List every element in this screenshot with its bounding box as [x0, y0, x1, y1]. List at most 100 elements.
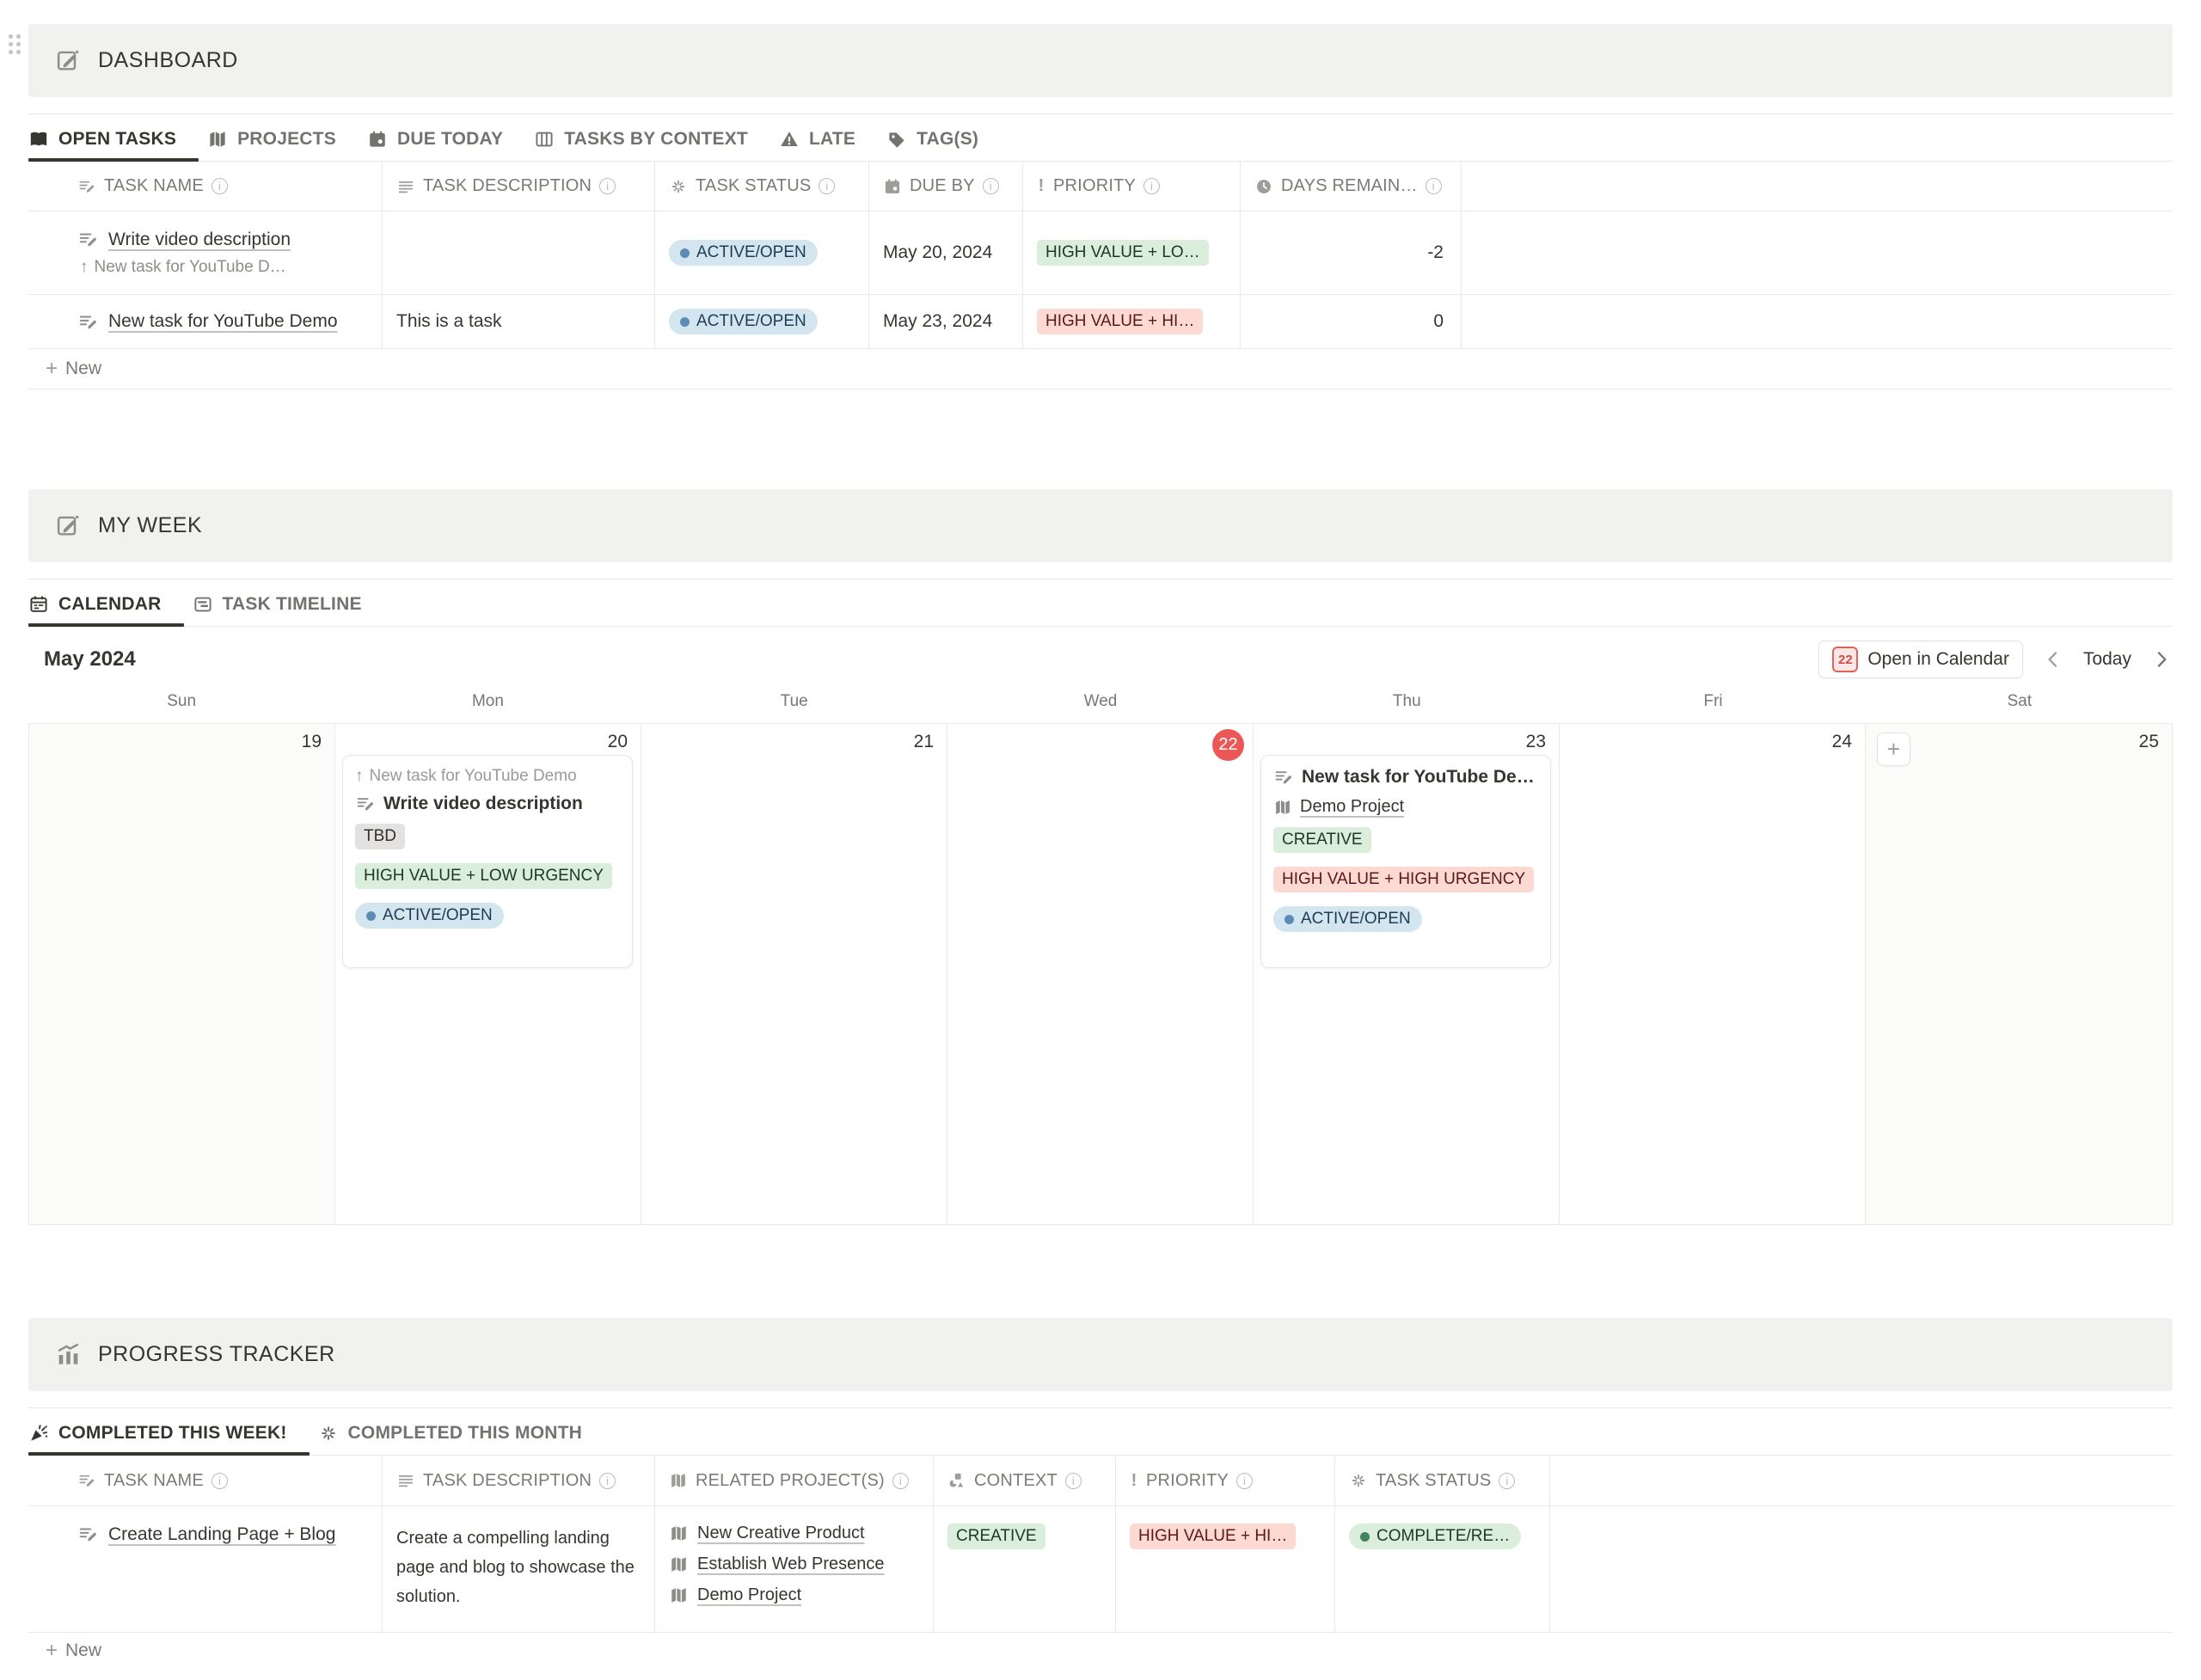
- warning-icon: [779, 129, 800, 150]
- bar-chart-icon: [55, 1341, 82, 1368]
- info-icon: [212, 1473, 228, 1489]
- project-link[interactable]: Establish Web Presence: [669, 1554, 885, 1574]
- col-header-task-description[interactable]: TASK DESCRIPTION: [383, 162, 655, 211]
- priority-tag: HIGH VALUE + HI…: [1037, 309, 1203, 334]
- calendar-cell-mon[interactable]: 20 New task for YouTube Demo Write video…: [335, 724, 641, 1224]
- title-icon: [1273, 767, 1294, 788]
- clock-icon: [1254, 177, 1273, 196]
- edit-icon: [55, 512, 82, 539]
- tab-projects[interactable]: PROJECTS: [207, 129, 336, 161]
- cell-empty: [1462, 295, 2173, 348]
- col-header-priority[interactable]: ! PRIORITY: [1023, 162, 1241, 211]
- col-header-due-by[interactable]: DUE BY: [869, 162, 1023, 211]
- calendar-grid: 19 20 New task for YouTube Demo Write vi…: [28, 723, 2173, 1225]
- new-task-button[interactable]: + New: [28, 1633, 2173, 1669]
- info-icon: [212, 178, 228, 194]
- add-event-button[interactable]: +: [1877, 733, 1910, 766]
- plus-icon: +: [46, 1640, 58, 1661]
- tab-due-today[interactable]: DUE TODAY: [367, 129, 503, 161]
- col-header-priority[interactable]: ! PRIORITY: [1116, 1456, 1335, 1505]
- calendar-cell-thu[interactable]: 23 New task for YouTube De… Demo Project…: [1254, 724, 1560, 1224]
- priority-icon: !: [1037, 176, 1045, 196]
- tab-tasks-by-context[interactable]: TASKS BY CONTEXT: [534, 129, 748, 161]
- today-button[interactable]: Today: [2083, 649, 2131, 670]
- cell-task-description[interactable]: This is a task: [383, 295, 655, 348]
- cell-task-status[interactable]: COMPLETE/RE…: [1335, 1506, 1550, 1632]
- new-task-button[interactable]: + New: [28, 349, 2173, 389]
- col-header-context[interactable]: CONTEXT: [934, 1456, 1116, 1505]
- col-header-task-description[interactable]: TASK DESCRIPTION: [383, 1456, 655, 1505]
- calendar-cell-sun[interactable]: 19: [29, 724, 335, 1224]
- info-icon: [1499, 1473, 1515, 1489]
- calendar-event-card[interactable]: New task for YouTube De… Demo Project CR…: [1260, 755, 1551, 968]
- open-book-icon: [28, 129, 49, 150]
- cell-related-projects[interactable]: New Creative Product Establish Web Prese…: [655, 1506, 934, 1632]
- calendar-icon: [883, 177, 902, 196]
- cell-due-by[interactable]: May 23, 2024: [869, 295, 1023, 348]
- cell-task-status[interactable]: ACTIVE/OPEN: [655, 212, 869, 294]
- calendar-cell-fri[interactable]: 24: [1560, 724, 1866, 1224]
- cell-task-status[interactable]: ACTIVE/OPEN: [655, 295, 869, 348]
- project-link[interactable]: Demo Project: [669, 1585, 801, 1605]
- cell-priority[interactable]: HIGH VALUE + HI…: [1023, 295, 1241, 348]
- cell-task-name[interactable]: New task for YouTube Demo: [28, 295, 383, 348]
- task-link[interactable]: Create Landing Page + Blog: [108, 1524, 335, 1545]
- calendar-event-card[interactable]: New task for YouTube Demo Write video de…: [342, 755, 633, 968]
- task-link[interactable]: New task for YouTube Demo: [108, 311, 338, 332]
- col-header-days-remaining[interactable]: DAYS REMAIN…: [1241, 162, 1462, 211]
- col-header-task-name[interactable]: TASK NAME: [28, 1456, 383, 1505]
- tab-task-timeline[interactable]: TASK TIMELINE: [193, 594, 362, 626]
- cell-days-remaining[interactable]: -2: [1241, 212, 1462, 294]
- date-number: 19: [302, 732, 322, 752]
- tab-completed-this-month[interactable]: COMPLETED THIS MONTH: [318, 1423, 583, 1455]
- col-header-task-status[interactable]: TASK STATUS: [655, 162, 869, 211]
- open-in-calendar-button[interactable]: 22 Open in Calendar: [1818, 641, 2023, 678]
- cell-context[interactable]: CREATIVE: [934, 1506, 1116, 1632]
- cell-priority[interactable]: HIGH VALUE + HI…: [1116, 1506, 1335, 1632]
- project-link[interactable]: New Creative Product: [669, 1524, 865, 1543]
- cell-task-name[interactable]: Create Landing Page + Blog: [28, 1506, 383, 1632]
- divider: [28, 1407, 2173, 1408]
- cell-empty: [1550, 1506, 2173, 1632]
- chevron-right-icon[interactable]: [2150, 648, 2173, 671]
- calendar-cell-sat[interactable]: + 25: [1866, 724, 2172, 1224]
- info-icon: [1236, 1473, 1253, 1489]
- title-icon: [77, 177, 96, 196]
- tab-tags[interactable]: TAG(S): [886, 129, 978, 161]
- priority-icon: !: [1130, 1471, 1138, 1491]
- task-link[interactable]: Write video description: [108, 230, 291, 250]
- col-header-task-status[interactable]: TASK STATUS: [1335, 1456, 1550, 1505]
- event-project-link[interactable]: Demo Project: [1273, 797, 1538, 817]
- status-dot: [680, 248, 690, 258]
- progress-tracker-section-header: PROGRESS TRACKER: [28, 1318, 2173, 1391]
- cell-task-description[interactable]: Create a compelling landing page and blo…: [383, 1506, 655, 1632]
- priority-tag: HIGH VALUE + HI…: [1130, 1524, 1296, 1549]
- info-icon: [1065, 1473, 1082, 1489]
- cell-priority[interactable]: HIGH VALUE + LO…: [1023, 212, 1241, 294]
- date-number: 25: [2139, 732, 2159, 752]
- title-icon: [77, 1524, 99, 1545]
- tab-calendar[interactable]: CALENDAR: [28, 594, 162, 626]
- status-burst-icon: [1349, 1471, 1368, 1490]
- col-header-task-name[interactable]: TASK NAME: [28, 162, 383, 211]
- date-number: 24: [1832, 732, 1852, 752]
- tab-completed-this-week[interactable]: COMPLETED THIS WEEK!: [28, 1423, 287, 1455]
- col-header-related-projects[interactable]: RELATED PROJECT(S): [655, 1456, 934, 1505]
- cell-task-description[interactable]: [383, 212, 655, 294]
- cell-days-remaining[interactable]: 0: [1241, 295, 1462, 348]
- my-week-tabbar: CALENDAR TASK TIMELINE: [28, 594, 2173, 627]
- tab-open-tasks[interactable]: OPEN TASKS: [28, 129, 176, 161]
- chevron-left-icon[interactable]: [2042, 648, 2064, 671]
- parent-task-line[interactable]: New task for YouTube D…: [77, 258, 286, 277]
- progress-tabbar: COMPLETED THIS WEEK! COMPLETED THIS MONT…: [28, 1423, 2173, 1456]
- text-icon: [396, 1471, 415, 1490]
- map-icon: [207, 129, 228, 150]
- day-header: Fri: [1560, 692, 1866, 711]
- calendar-cell-wed[interactable]: 22: [947, 724, 1254, 1224]
- table-row: New task for YouTube Demo This is a task…: [28, 295, 2173, 349]
- cell-due-by[interactable]: May 20, 2024: [869, 212, 1023, 294]
- calendar-cell-tue[interactable]: 21: [641, 724, 947, 1224]
- cell-task-name[interactable]: Write video description New task for You…: [28, 212, 383, 294]
- status-dot: [366, 911, 376, 921]
- tab-late[interactable]: LATE: [779, 129, 855, 161]
